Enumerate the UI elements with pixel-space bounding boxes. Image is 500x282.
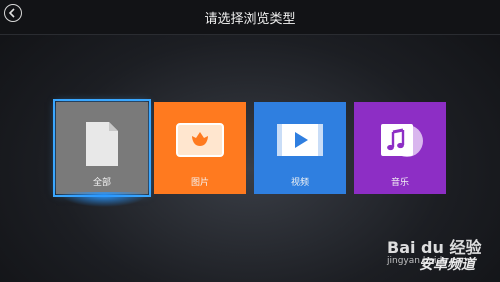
- selection-glow: [58, 192, 150, 208]
- document-icon: [86, 122, 118, 166]
- tile-video[interactable]: 视频: [254, 102, 346, 194]
- watermark: Bai du 经验 jingyan.baidu.com 安卓频道: [387, 234, 497, 278]
- tile-music[interactable]: 音乐: [354, 102, 446, 194]
- tile-pictures-label: 图片: [190, 178, 209, 188]
- tile-all[interactable]: 全部: [53, 99, 151, 197]
- watermark-brand: 安卓频道: [419, 257, 475, 273]
- tile-video-label: 视频: [290, 178, 309, 188]
- tile-all-label: 全部: [92, 178, 111, 188]
- video-icon: [277, 124, 323, 156]
- tile-pictures[interactable]: 图片: [154, 102, 246, 194]
- page-title: 请选择浏览类型: [204, 12, 296, 27]
- music-icon: [381, 124, 423, 157]
- tile-music-label: 音乐: [390, 178, 409, 188]
- picture-icon: [176, 123, 224, 157]
- top-bar: 请选择浏览类型: [0, 0, 500, 35]
